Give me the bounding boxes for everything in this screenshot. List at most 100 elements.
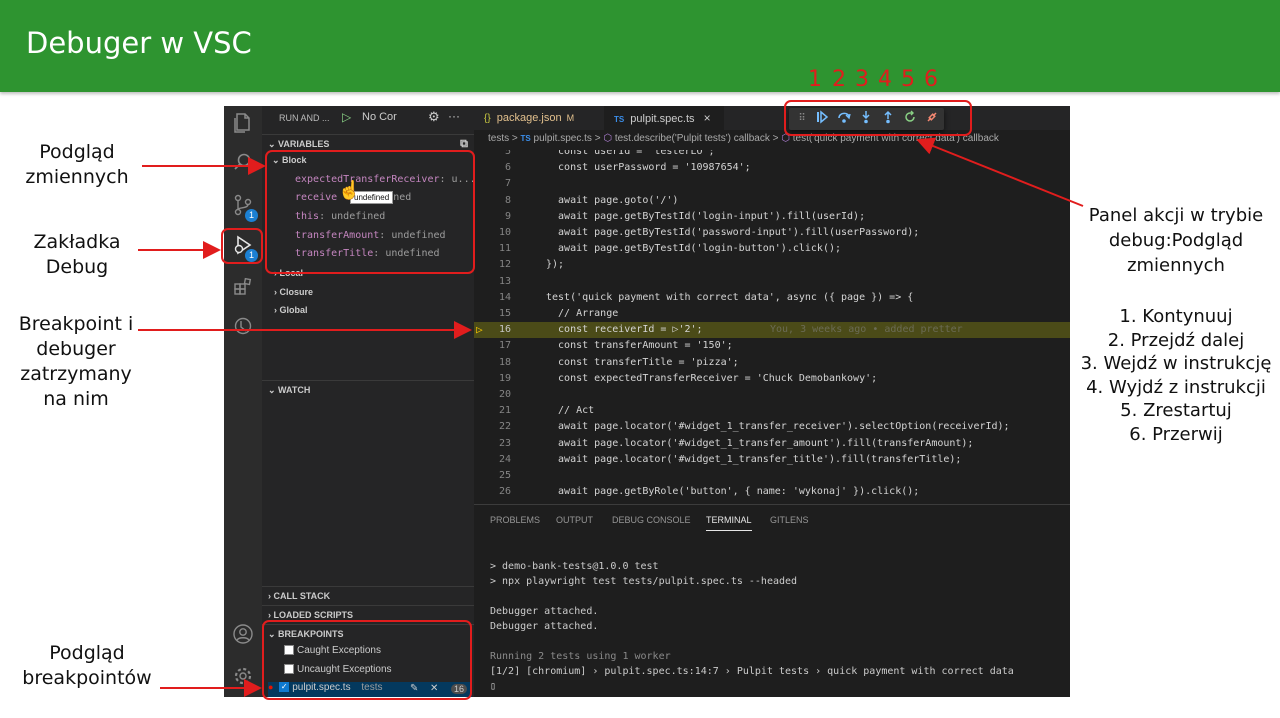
toolbar-number-3: 3 <box>855 67 869 92</box>
scope-closure[interactable]: › Closure <box>274 287 313 297</box>
config-select[interactable]: No Cor <box>362 111 397 123</box>
terminal[interactable]: > demo-bank-tests@1.0.0 test > npx playwr… <box>474 561 1070 697</box>
search-icon[interactable] <box>230 152 256 178</box>
code-text: const transferAmount = '150'; <box>546 340 733 352</box>
tab-pulpit-spec[interactable]: TS pulpit.spec.ts × <box>604 106 724 130</box>
label-breakpoints-preview: Podgląd breakpointów <box>22 642 152 689</box>
scope-global[interactable]: › Global <box>274 305 308 315</box>
code-text: await page.getByTestId('login-button').c… <box>546 243 842 255</box>
toolbar-number-6: 6 <box>924 67 938 92</box>
code-line[interactable]: 18 const transferTitle = 'pizza'; <box>474 355 1070 371</box>
extensions-icon[interactable] <box>230 276 256 302</box>
code-line[interactable]: 14 test('quick payment with correct data'… <box>474 290 1070 306</box>
line-number[interactable]: 26 <box>474 484 511 500</box>
terminal-line: [1/2] [chromium] › pulpit.spec.ts:14:7 ›… <box>490 666 1014 677</box>
code-line[interactable]: 7 <box>474 176 1070 192</box>
annotation-box-toolbar <box>784 100 972 136</box>
code-text: await page.locator('#widget_1_transfer_a… <box>546 437 974 449</box>
line-number[interactable]: 24 <box>474 452 511 468</box>
line-number[interactable]: 10 <box>474 225 511 241</box>
git-blame-annotation: You, 3 weeks ago • added pretter <box>770 324 963 336</box>
code-editor[interactable]: 5 const userId = 'testerLO'; 6 const user… <box>474 150 1070 504</box>
line-number[interactable]: 11 <box>474 241 511 257</box>
code-line[interactable]: 12}); <box>474 257 1070 273</box>
code-text: const userPassword = '10987654'; <box>546 162 751 174</box>
line-number[interactable]: 14 <box>474 290 511 306</box>
tab-problems[interactable]: PROBLEMS <box>490 515 540 525</box>
tab-output[interactable]: OUTPUT <box>556 515 593 525</box>
line-number[interactable]: 12 <box>474 257 511 273</box>
line-number[interactable]: 17 <box>474 338 511 354</box>
code-text: }); <box>546 259 565 271</box>
code-line[interactable]: 26 await page.getByRole('button', { name… <box>474 484 1070 500</box>
account-icon[interactable] <box>230 623 256 649</box>
code-line[interactable]: 10 await page.getByTestId('password-inpu… <box>474 225 1070 241</box>
toolbar-number-1: 1 <box>808 67 822 92</box>
code-line[interactable]: 25 <box>474 468 1070 484</box>
label-debug-tab: Zakładka Debug <box>33 231 121 278</box>
line-number[interactable]: 23 <box>474 436 511 452</box>
code-line[interactable]: 8 await page.goto('/') <box>474 193 1070 209</box>
line-number[interactable]: 22 <box>474 419 511 435</box>
code-line[interactable]: 20 <box>474 387 1070 403</box>
annotation-box-variables <box>265 150 475 274</box>
start-debug-icon[interactable]: ▷ <box>342 110 351 124</box>
code-line[interactable]: 17 const transferAmount = '150'; <box>474 338 1070 354</box>
code-line[interactable]: 6 const userPassword = '10987654'; <box>474 160 1070 176</box>
label-breakpoint: Breakpoint i debuger zatrzymany na nim <box>18 313 134 410</box>
code-text: const expectedTransferReceiver = 'Chuck … <box>546 372 878 384</box>
line-number[interactable]: 21 <box>474 403 511 419</box>
code-line[interactable]: 9 await page.getByTestId('login-input').… <box>474 209 1070 225</box>
code-line[interactable]: 19 const expectedTransferReceiver = 'Chu… <box>474 371 1070 387</box>
symbol-icon: ⬡ <box>603 133 613 144</box>
line-number[interactable]: 8 <box>474 193 511 209</box>
label-variables-preview: Podgląd zmiennych <box>25 141 129 188</box>
line-number[interactable]: 9 <box>474 209 511 225</box>
code-text: // Act <box>546 405 595 417</box>
line-number[interactable]: 5 <box>474 150 511 160</box>
code-line[interactable]: 22 await page.locator('#widget_1_transfe… <box>474 419 1070 435</box>
more-icon[interactable]: ··· <box>448 109 460 123</box>
code-line[interactable]: 13 <box>474 274 1070 290</box>
files-icon[interactable] <box>230 112 256 138</box>
code-text: const transferTitle = 'pizza'; <box>546 356 739 368</box>
terminal-line: Debugger attached. <box>490 621 599 632</box>
gear-icon[interactable]: ⚙ <box>428 109 440 125</box>
tab-package-json[interactable]: {} package.json M <box>474 106 594 130</box>
tab-terminal[interactable]: TERMINAL <box>706 515 752 531</box>
line-number[interactable]: 13 <box>474 274 511 290</box>
line-number[interactable]: 18 <box>474 355 511 371</box>
watch-header[interactable]: ⌄ WATCH <box>262 380 474 398</box>
line-number[interactable]: 7 <box>474 176 511 192</box>
bottom-panel: PROBLEMS OUTPUT DEBUG CONSOLE TERMINAL G… <box>474 504 1070 697</box>
line-number[interactable]: 25 <box>474 468 511 484</box>
code-line[interactable]: 24 await page.locator('#widget_1_transfe… <box>474 452 1070 468</box>
code-line[interactable]: 23 await page.locator('#widget_1_transfe… <box>474 436 1070 452</box>
code-line[interactable]: 11 await page.getByTestId('login-button'… <box>474 241 1070 257</box>
line-number[interactable]: 15 <box>474 306 511 322</box>
code-line[interactable]: 15 // Arrange <box>474 306 1070 322</box>
close-icon[interactable]: × <box>704 111 711 125</box>
slide: Debuger w VSC Podgląd zmiennych Zakładka… <box>0 0 1280 718</box>
right-actions-list: 1. Kontynuuj 2. Przejdź dalej 3. Wejdź w… <box>1080 306 1272 445</box>
code-text: await page.goto('/') <box>546 194 679 206</box>
code-text: await page.getByTestId('login-input').fi… <box>546 210 866 222</box>
code-line[interactable]: 21 // Act <box>474 403 1070 419</box>
testing-icon[interactable] <box>230 316 256 342</box>
code-line[interactable]: 5 const userId = 'testerLO'; <box>474 150 1070 160</box>
line-number[interactable]: 6 <box>474 160 511 176</box>
line-number[interactable]: 19 <box>474 371 511 387</box>
breakpoint-paused-icon[interactable]: ▷ <box>476 322 483 338</box>
settings-gear-icon[interactable] <box>230 666 256 692</box>
tab-debug-console[interactable]: DEBUG CONSOLE <box>612 515 691 525</box>
tab-gitlens[interactable]: GITLENS <box>770 515 809 525</box>
call-stack-header[interactable]: › CALL STACK <box>262 586 474 604</box>
run-label: RUN AND ... <box>279 113 330 123</box>
header-bar: Debuger w VSC <box>0 0 1280 92</box>
code-text: const userId = 'testerLO'; <box>546 150 715 157</box>
source-control-badge: 1 <box>245 209 258 222</box>
code-text: await page.getByRole('button', { name: '… <box>546 486 920 498</box>
line-number[interactable]: 20 <box>474 387 511 403</box>
source-control-icon[interactable]: 1 <box>230 194 258 222</box>
code-line[interactable]: 16 const receiverId = ▷'2'; ▷ You, 3 weeks… <box>474 322 1070 339</box>
